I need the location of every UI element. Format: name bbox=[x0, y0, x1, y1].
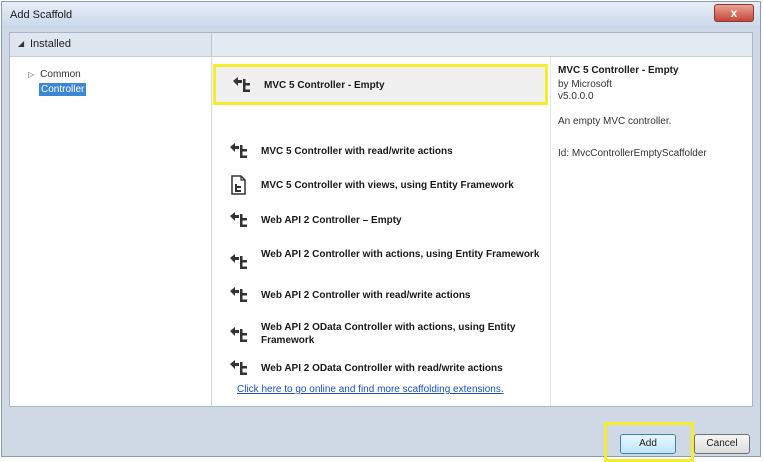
details-id: Id: MvcControllerEmptyScaffolder bbox=[558, 148, 707, 159]
cancel-button[interactable]: Cancel bbox=[694, 434, 750, 454]
scaffold-item-webapi2-readwrite[interactable]: Web API 2 Controller with read/write act… bbox=[213, 285, 548, 317]
controller-icon bbox=[230, 287, 247, 302]
scaffold-label: MVC 5 Controller with read/write actions bbox=[261, 146, 453, 157]
scaffold-item-mvc5-views-ef[interactable]: MVC 5 Controller with views, using Entit… bbox=[213, 175, 548, 207]
scaffold-item-mvc5-readwrite[interactable]: MVC 5 Controller with read/write actions bbox=[213, 141, 548, 173]
title-bar: Add Scaffold x bbox=[2, 2, 760, 28]
details-version: v5.0.0.0 bbox=[558, 91, 594, 102]
tree-item-label: Controller bbox=[41, 84, 85, 95]
controller-icon bbox=[230, 143, 247, 158]
add-button[interactable]: Add bbox=[620, 434, 676, 454]
scaffold-label: MVC 5 Controller - Empty bbox=[264, 80, 385, 91]
dialog-title: Add Scaffold bbox=[10, 9, 73, 21]
tree-item-label: Common bbox=[40, 69, 81, 80]
installed-header[interactable]: ◢ Installed bbox=[10, 33, 212, 57]
document-icon bbox=[231, 175, 246, 195]
content-header bbox=[212, 33, 752, 57]
controller-icon bbox=[230, 212, 247, 227]
installed-label: Installed bbox=[30, 38, 71, 50]
close-button[interactable]: x bbox=[714, 4, 754, 22]
collapse-caret-icon: ◢ bbox=[18, 39, 25, 48]
scaffold-list: MVC 5 Controller - Empty MVC 5 Controlle… bbox=[213, 57, 550, 406]
tree-item-common[interactable]: ▷ Common bbox=[28, 69, 81, 80]
tree-item-controller[interactable]: Controller bbox=[39, 83, 87, 96]
dialog-body: ◢ Installed ▷ Common Controller MVC 5 Con… bbox=[9, 32, 753, 407]
details-title: MVC 5 Controller - Empty bbox=[558, 65, 679, 76]
category-tree: ▷ Common Controller bbox=[10, 57, 212, 406]
scaffold-label: Web API 2 Controller – Empty bbox=[261, 215, 402, 226]
controller-icon bbox=[230, 360, 247, 375]
scaffold-item-webapi2-odata-actions-ef[interactable]: Web API 2 OData Controller with actions,… bbox=[213, 319, 548, 355]
scaffold-item-webapi2-empty[interactable]: Web API 2 Controller – Empty bbox=[213, 210, 548, 242]
expand-arrow-icon: ▷ bbox=[28, 70, 35, 79]
scaffold-item-mvc5-empty[interactable]: MVC 5 Controller - Empty bbox=[213, 64, 548, 105]
details-pane: MVC 5 Controller - Empty by Microsoft v5… bbox=[550, 57, 752, 406]
scaffold-item-webapi2-actions-ef[interactable]: Web API 2 Controller with actions, using… bbox=[213, 246, 548, 282]
scaffold-label: Web API 2 OData Controller with actions,… bbox=[261, 322, 516, 346]
details-author: by Microsoft bbox=[558, 79, 612, 90]
scaffold-label: Web API 2 OData Controller with read/wri… bbox=[261, 363, 503, 374]
find-more-scaffolding-link[interactable]: Click here to go online and find more sc… bbox=[237, 384, 504, 395]
controller-icon bbox=[230, 327, 247, 342]
scaffold-label: Web API 2 Controller with actions, using… bbox=[261, 249, 540, 260]
controller-icon bbox=[233, 77, 250, 92]
add-scaffold-dialog: Add Scaffold x ◢ Installed ▷ Common Contr… bbox=[1, 1, 761, 462]
controller-icon bbox=[230, 254, 247, 269]
close-icon: x bbox=[730, 6, 738, 20]
scaffold-label: Web API 2 Controller with read/write act… bbox=[261, 290, 471, 301]
scaffold-label: MVC 5 Controller with views, using Entit… bbox=[261, 180, 514, 191]
details-description: An empty MVC controller. bbox=[558, 116, 672, 127]
